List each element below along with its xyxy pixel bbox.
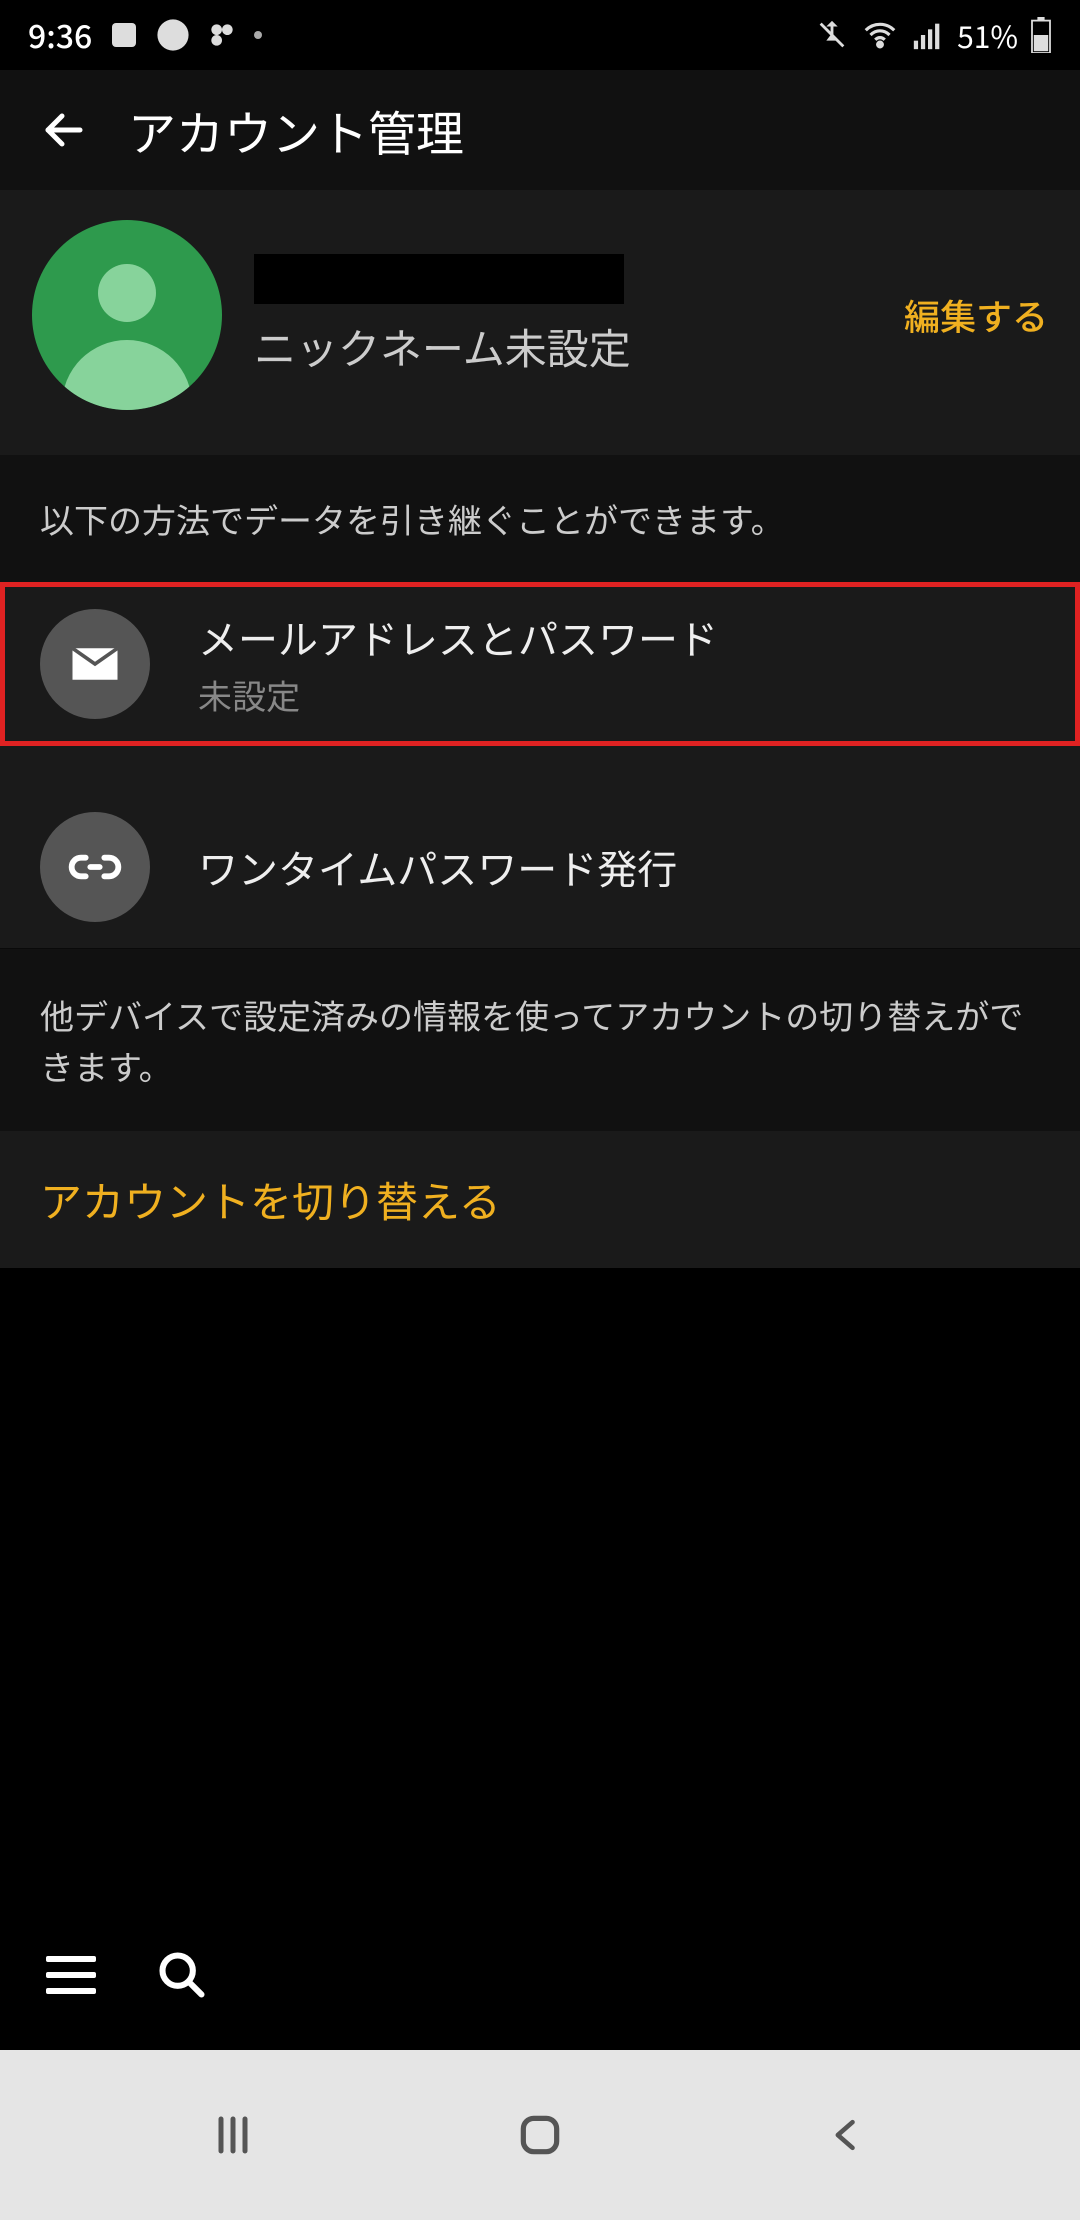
page-title: アカウント管理 xyxy=(128,95,464,165)
vibrate-icon xyxy=(815,18,849,52)
link-icon xyxy=(40,812,150,922)
email-option-sub: 未設定 xyxy=(198,670,1040,719)
redacted-username xyxy=(254,254,624,304)
app-header: アカウント管理 xyxy=(0,70,1080,190)
app-icon-2 xyxy=(206,19,238,51)
switch-account-button[interactable]: アカウントを切り替える xyxy=(0,1131,1080,1268)
spacer xyxy=(0,746,1080,786)
status-left: 9:36 xyxy=(28,12,262,58)
status-time: 9:36 xyxy=(28,12,92,58)
nickname-label: ニックネーム未設定 xyxy=(254,316,872,377)
more-icon xyxy=(254,31,262,39)
back-button[interactable] xyxy=(812,2113,882,2157)
bottom-app-bar xyxy=(0,1900,1080,2050)
search-icon[interactable] xyxy=(156,1949,208,2001)
battery-pct: 51% xyxy=(957,13,1018,57)
line-app-icon xyxy=(156,18,190,52)
avatar xyxy=(32,220,222,410)
onetime-option-text: ワンタイムパスワード発行 xyxy=(198,838,1040,896)
profile-card: ニックネーム未設定 編集する xyxy=(0,190,1080,455)
transfer-section-desc: 以下の方法でデータを引き継ぐことができます。 xyxy=(0,455,1080,582)
signal-icon xyxy=(911,18,945,52)
system-nav-bar xyxy=(0,2050,1080,2220)
app-icon-1 xyxy=(108,19,140,51)
status-right: 51% xyxy=(815,13,1052,57)
onetime-password-option[interactable]: ワンタイムパスワード発行 xyxy=(0,786,1080,949)
email-option-text: メールアドレスとパスワード 未設定 xyxy=(198,608,1040,719)
recents-button[interactable] xyxy=(198,2111,268,2159)
profile-info: ニックネーム未設定 xyxy=(254,254,872,377)
battery-icon xyxy=(1030,17,1052,53)
envelope-icon xyxy=(40,609,150,719)
back-arrow-icon[interactable] xyxy=(40,106,88,154)
onetime-option-title: ワンタイムパスワード発行 xyxy=(198,838,1040,896)
status-bar: 9:36 51% xyxy=(0,0,1080,70)
menu-icon[interactable] xyxy=(46,1956,96,1994)
edit-button[interactable]: 編集する xyxy=(904,289,1048,341)
home-button[interactable] xyxy=(505,2110,575,2160)
switch-section-desc: 他デバイスで設定済みの情報を使ってアカウントの切り替えができます。 xyxy=(0,949,1080,1131)
email-option-title: メールアドレスとパスワード xyxy=(198,608,1040,666)
email-password-option[interactable]: メールアドレスとパスワード 未設定 xyxy=(0,582,1080,746)
wifi-icon xyxy=(861,16,899,54)
